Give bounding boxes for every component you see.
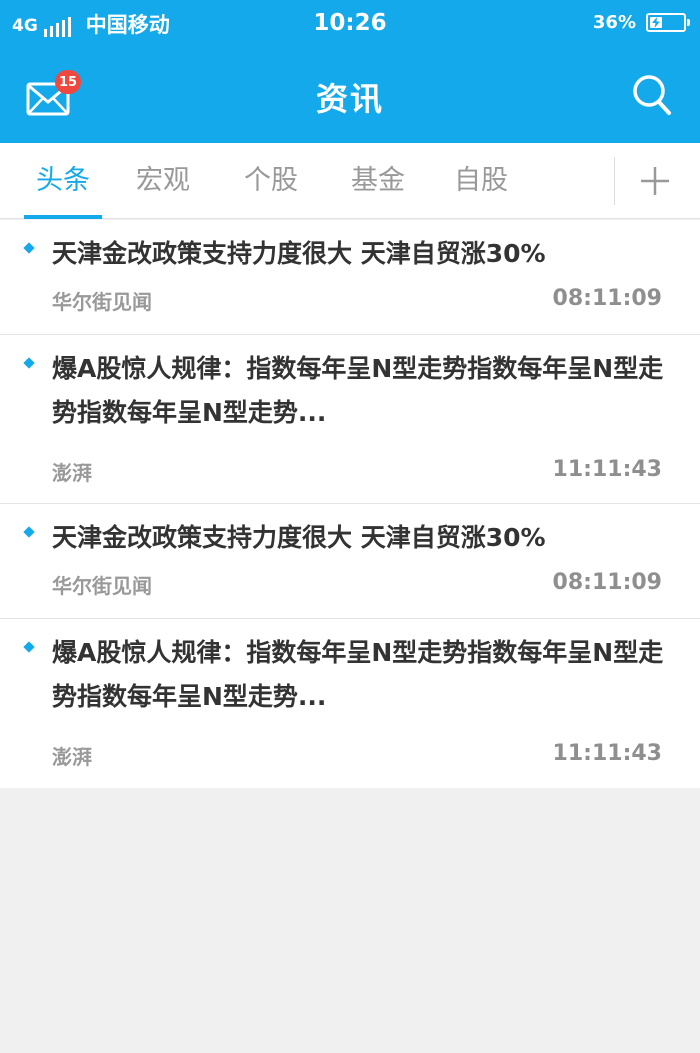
tab-macro[interactable]: 宏观 <box>116 143 210 219</box>
news-item[interactable]: 爆A股惊人规律：指数每年呈N型走势指数每年呈N型走势指数每年呈N型走势... 澎… <box>0 619 700 788</box>
news-time: 11:11:43 <box>552 741 662 766</box>
news-title: 爆A股惊人规律：指数每年呈N型走势指数每年呈N型走势指数每年呈N型走势... <box>52 638 664 711</box>
add-tab-button[interactable] <box>625 156 685 206</box>
news-item[interactable]: 天津金改政策支持力度很大 天津自贸涨30% 华尔街见闻 08:11:09 <box>0 220 700 335</box>
battery-icon <box>646 13 690 32</box>
news-item[interactable]: 天津金改政策支持力度很大 天津自贸涨30% 华尔街见闻 08:11:09 <box>0 504 700 619</box>
news-list: 天津金改政策支持力度很大 天津自贸涨30% 华尔街见闻 08:11:09 爆A股… <box>0 220 700 788</box>
battery-percent: 36% <box>592 12 636 33</box>
search-button[interactable] <box>632 74 672 116</box>
news-title: 天津金改政策支持力度很大 天津自贸涨30% <box>52 523 546 552</box>
tab-stocks[interactable]: 个股 <box>224 143 318 219</box>
tab-headlines[interactable]: 头条 <box>16 143 110 219</box>
bullet-icon <box>23 526 35 538</box>
nav-bar: 15 资讯 <box>0 50 700 143</box>
charging-bolt-icon <box>651 17 660 28</box>
app-header: 4G 中国移动 10:26 36% 15 资讯 <box>0 0 700 143</box>
page-title: 资讯 <box>315 80 384 118</box>
news-item[interactable]: 爆A股惊人规律：指数每年呈N型走势指数每年呈N型走势指数每年呈N型走势... 澎… <box>0 335 700 504</box>
news-time: 08:11:09 <box>552 570 662 595</box>
tab-funds[interactable]: 基金 <box>331 143 425 219</box>
news-source: 华尔街见闻 <box>52 290 152 314</box>
status-bar: 4G 中国移动 10:26 36% <box>0 0 700 50</box>
plus-icon <box>641 167 669 195</box>
search-icon <box>633 75 671 115</box>
category-tabs: 头条 宏观 个股 基金 自股 <box>0 143 700 219</box>
battery-fill <box>650 17 662 28</box>
news-title: 天津金改政策支持力度很大 天津自贸涨30% <box>52 239 546 268</box>
news-source: 澎湃 <box>52 461 92 485</box>
bullet-icon <box>23 242 35 254</box>
bullet-icon <box>23 641 35 653</box>
tab-watchlist[interactable]: 自股 <box>434 143 528 219</box>
news-time: 08:11:09 <box>552 286 662 311</box>
battery-group: 36% <box>592 12 690 33</box>
news-time: 11:11:43 <box>552 457 662 482</box>
bullet-icon <box>23 357 35 369</box>
news-source: 澎湃 <box>52 745 92 769</box>
news-title: 爆A股惊人规律：指数每年呈N型走势指数每年呈N型走势指数每年呈N型走势... <box>52 354 664 427</box>
tab-divider <box>614 157 615 205</box>
news-source: 华尔街见闻 <box>52 574 152 598</box>
